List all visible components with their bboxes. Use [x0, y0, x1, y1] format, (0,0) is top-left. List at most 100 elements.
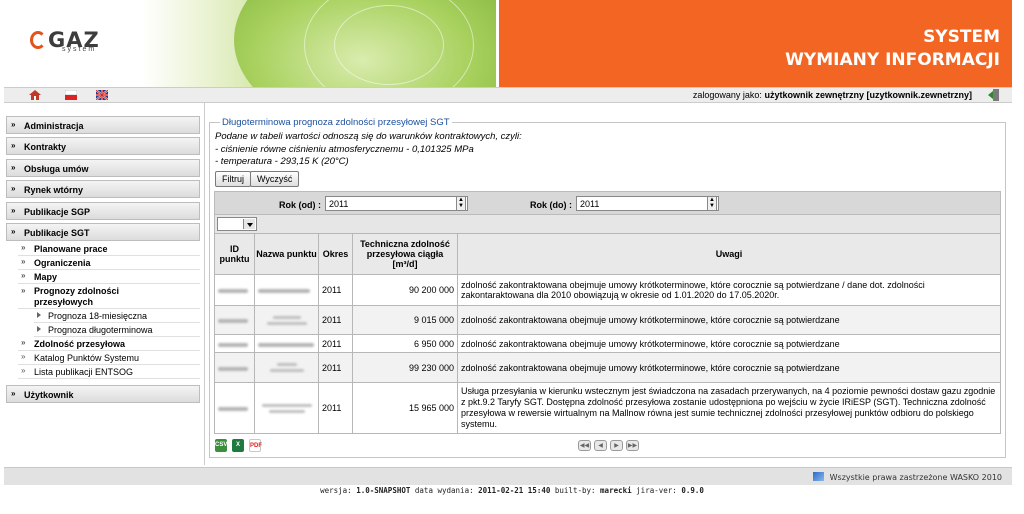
- filter-button[interactable]: Filtruj: [215, 171, 251, 187]
- header-label: Nazwa punktu: [256, 249, 317, 259]
- sidebar-category-obsluga-umow[interactable]: » Obsługa umów: [6, 159, 200, 177]
- year-to-spinner[interactable]: ▲ ▼: [707, 196, 717, 211]
- cell-period: 2011: [318, 274, 353, 306]
- header-title-panel: SYSTEM WYMIANY INFORMACJI: [499, 0, 1012, 87]
- sidebar-item-mapy[interactable]: » Mapy: [18, 270, 200, 284]
- home-icon[interactable]: [29, 90, 41, 100]
- login-info: zalogowany jako: użytkownik zewnętrzny […: [693, 90, 972, 100]
- cell-notes: Usługa przesyłania w kierunku wstecznym …: [457, 382, 1001, 434]
- sidebar-category-publikacje-sgp[interactable]: » Publikacje SGP: [6, 202, 200, 220]
- sidebar-category-rynek-wtorny[interactable]: » Rynek wtórny: [6, 180, 200, 198]
- forecast-table: ID punktu Nazwa punktu Okres Techniczna …: [214, 233, 1001, 434]
- sidebar-item-katalog[interactable]: » Katalog Punktów Systemu: [18, 351, 200, 365]
- table-row[interactable]: 2011 9 015 000 zdolność zakontraktowana …: [214, 305, 1001, 335]
- excel-export-icon[interactable]: X: [232, 439, 244, 452]
- col-header-period[interactable]: Okres: [318, 233, 353, 275]
- col-header-notes[interactable]: Uwagi: [457, 233, 1001, 275]
- category-label: Rynek wtórny: [24, 185, 84, 195]
- jira-label: jira-ver:: [636, 486, 677, 495]
- chevron-down-icon: »: [11, 184, 16, 193]
- year-from-spinner[interactable]: ▲ ▼: [456, 196, 466, 211]
- intro-text: Podane w tabeli wartości odnoszą się do …: [215, 131, 522, 169]
- chevron-right-icon: »: [21, 352, 26, 361]
- sidebar-category-publikacje-sgt[interactable]: » Publikacje SGT: [6, 223, 200, 241]
- pager-prev-icon[interactable]: ◀: [594, 440, 607, 451]
- uk-flag-icon[interactable]: [96, 90, 108, 100]
- cell-capacity: 99 230 000: [352, 352, 458, 383]
- clear-button[interactable]: Wyczyść: [250, 171, 300, 187]
- header-label: przesyłowa ciągła: [366, 249, 444, 259]
- pager-first-icon[interactable]: ◀◀: [578, 440, 591, 451]
- table-header-row: ID punktu Nazwa punktu Okres Techniczna …: [214, 233, 1001, 275]
- chevron-down-icon: »: [11, 227, 16, 236]
- pager-last-icon[interactable]: ▶▶: [626, 440, 639, 451]
- chevron-right-icon: »: [21, 366, 26, 375]
- csv-export-icon[interactable]: CSV: [215, 439, 227, 452]
- system-title: SYSTEM WYMIANY INFORMACJI: [785, 26, 1000, 72]
- sidebar-item-planowane-prace[interactable]: » Planowane prace: [18, 242, 200, 256]
- logout-icon[interactable]: [988, 89, 1000, 101]
- cell-name-redacted: [254, 274, 319, 306]
- jira-version: 0.9.0: [681, 486, 704, 495]
- chevron-down-icon: »: [11, 120, 16, 129]
- wasko-logo-icon: [813, 472, 824, 481]
- release-date: 2011-02-21 15:40: [478, 486, 551, 495]
- gaz-logo-mark-icon: [30, 31, 46, 49]
- chevron-down-icon: »: [11, 163, 16, 172]
- col-header-id[interactable]: ID punktu: [214, 233, 255, 275]
- sidebar: » Administracja » Kontrakty » Obsługa umów …: [4, 103, 204, 463]
- system-title-line2: WYMIANY INFORMACJI: [785, 50, 1000, 70]
- sidebar-item-prognoza-18[interactable]: Prognoza 18-miesięczna: [34, 309, 200, 323]
- sidebar-category-administracja[interactable]: » Administracja: [6, 116, 200, 134]
- header-leaf-image: GAZ system: [4, 0, 496, 87]
- cell-capacity: 6 950 000: [352, 334, 458, 353]
- cell-id-redacted: [214, 352, 255, 383]
- sidebar-category-kontrakty[interactable]: » Kontrakty: [6, 137, 200, 155]
- table-row[interactable]: 2011 6 950 000 zdolność zakontraktowana …: [214, 334, 1001, 353]
- sidebar-item-label: Mapy: [34, 272, 58, 282]
- sidebar-category-uzytkownik[interactable]: » Użytkownik: [6, 385, 200, 403]
- chevron-down-icon: »: [21, 257, 26, 266]
- gaz-system-logo[interactable]: GAZ system: [30, 28, 140, 58]
- column-filter-row: [214, 215, 1001, 233]
- logged-as-label: zalogowany jako:: [692, 90, 762, 100]
- version-value: 1.0-SNAPSHOT: [356, 486, 411, 495]
- sidebar-item-entsog[interactable]: » Lista publikacji ENTSOG: [18, 365, 200, 379]
- year-from-input[interactable]: 2011: [325, 196, 468, 211]
- triangle-right-icon: [37, 326, 41, 332]
- sidebar-item-label: Zdolność przesyłowa: [34, 339, 126, 349]
- polish-flag-icon[interactable]: [65, 90, 77, 100]
- sidebar-item-label: Prognozy zdolności: [34, 286, 120, 296]
- system-title-line1: SYSTEM: [923, 27, 1000, 47]
- copyright-text: Wszystkie prawa zastrzeżone WASKO 2010: [829, 473, 1002, 482]
- col-header-name[interactable]: Nazwa punktu: [254, 233, 319, 275]
- sidebar-item-zdolnosc-przesylowa[interactable]: » Zdolność przesyłowa: [18, 337, 200, 351]
- header-label: Uwagi: [715, 249, 743, 259]
- pager-next-icon[interactable]: ▶: [610, 440, 623, 451]
- header-label: [m³/d]: [392, 259, 418, 269]
- cell-id-redacted: [214, 305, 255, 335]
- category-label: Administracja: [24, 121, 84, 131]
- category-label: Kontrakty: [24, 142, 67, 152]
- chevron-down-icon: »: [21, 271, 26, 280]
- column-filter-dropdown[interactable]: [217, 217, 257, 231]
- cell-notes: zdolność zakontraktowana obejmuje umowy …: [457, 305, 1001, 335]
- col-header-capacity[interactable]: Techniczna zdolność przesyłowa ciągła [m…: [352, 233, 458, 275]
- category-label: Użytkownik: [24, 390, 74, 400]
- pdf-export-icon[interactable]: PDF: [249, 439, 262, 452]
- sidebar-item-label: Lista publikacji ENTSOG: [34, 367, 134, 377]
- sidebar-item-label: Katalog Punktów Systemu: [34, 353, 140, 363]
- cell-id-redacted: [214, 334, 255, 353]
- table-row[interactable]: 2011 90 200 000 zdolność zakontraktowana…: [214, 274, 1001, 306]
- chevron-down-icon: »: [21, 338, 26, 347]
- cell-period: 2011: [318, 382, 353, 434]
- table-row[interactable]: 2011 99 230 000 zdolność zakontraktowana…: [214, 352, 1001, 383]
- year-to-input[interactable]: 2011: [576, 196, 719, 211]
- cell-id-redacted: [214, 382, 255, 434]
- user-bar: zalogowany jako: użytkownik zewnętrzny […: [4, 87, 1012, 103]
- table-row[interactable]: 2011 15 965 000 Usługa przesyłania w kie…: [214, 382, 1001, 434]
- logo-subtext: system: [62, 46, 97, 53]
- sidebar-item-prognozy[interactable]: » Prognozy zdolności przesyłowych: [18, 284, 200, 309]
- sidebar-item-ograniczenia[interactable]: » Ograniczenia: [18, 256, 200, 270]
- sidebar-item-prognoza-dlugoterminowa[interactable]: Prognoza długoterminowa: [34, 323, 200, 337]
